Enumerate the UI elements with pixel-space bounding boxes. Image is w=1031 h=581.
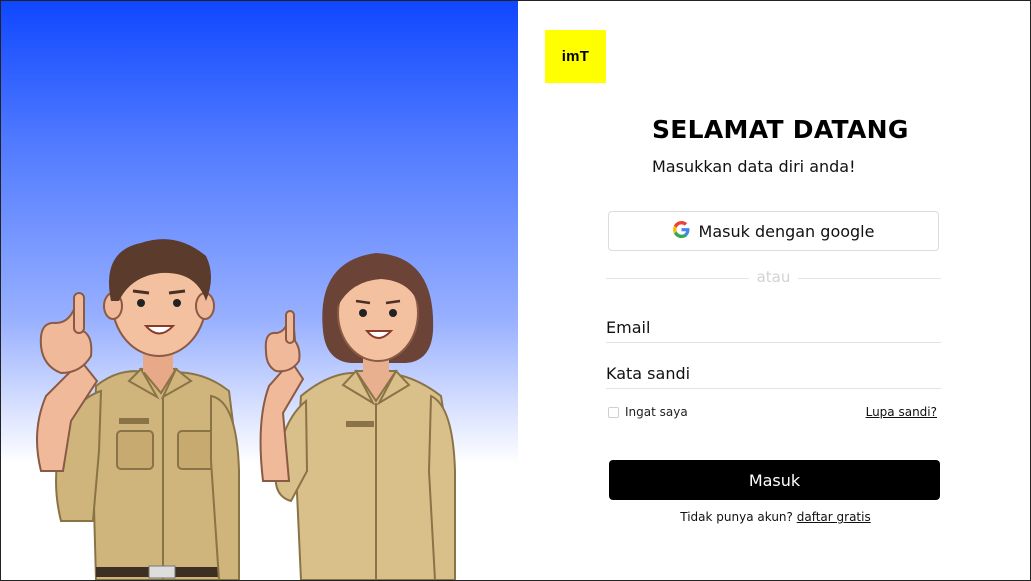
- email-field[interactable]: [606, 313, 941, 343]
- page-title: SELAMAT DATANG: [652, 115, 909, 144]
- google-icon: [672, 220, 690, 242]
- divider-text: atau: [756, 268, 791, 286]
- google-login-label: Masuk dengan google: [698, 221, 875, 241]
- forgot-password-link[interactable]: Lupa sandi?: [866, 405, 937, 419]
- signup-prompt: Tidak punya akun? daftar gratis: [1, 510, 1030, 524]
- remember-checkbox[interactable]: [608, 406, 619, 418]
- password-field[interactable]: [606, 359, 941, 389]
- divider-line-right: [798, 278, 941, 279]
- civil-servants-illustration: [36, 239, 456, 580]
- google-login-button[interactable]: Masuk dengan google: [608, 211, 939, 251]
- remember-me[interactable]: Ingat saya: [608, 405, 688, 419]
- login-button[interactable]: Masuk: [609, 460, 940, 500]
- brand-logo: imT: [545, 30, 606, 83]
- signup-text: Tidak punya akun?: [680, 510, 793, 524]
- app-frame: imT SELAMAT DATANG Masukkan data diri an…: [0, 0, 1031, 581]
- page-subtitle: Masukkan data diri anda!: [652, 157, 856, 176]
- remember-label: Ingat saya: [625, 405, 688, 419]
- signup-link[interactable]: daftar gratis: [797, 510, 871, 524]
- logo-text: imT: [561, 47, 590, 65]
- or-divider: atau: [606, 267, 941, 287]
- hero-illustration: [1, 1, 518, 580]
